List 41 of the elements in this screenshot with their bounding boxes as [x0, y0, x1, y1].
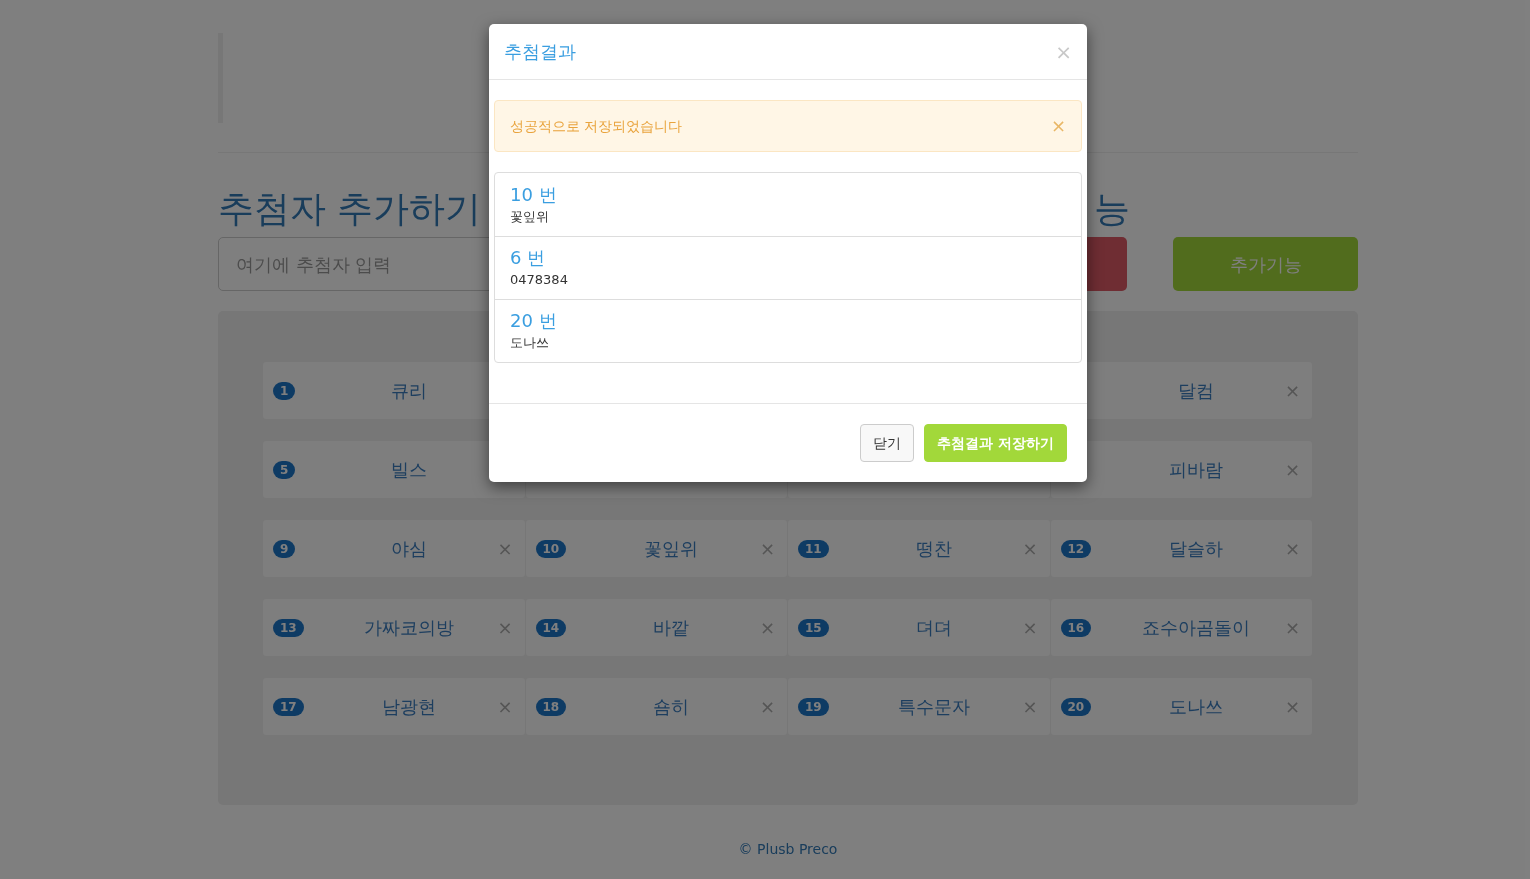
- participant-name: 꽃잎위: [643, 537, 700, 561]
- number-badge: 10: [535, 539, 567, 558]
- participant-name: 가짜코의방: [362, 616, 455, 640]
- participant-name: 야심: [389, 537, 428, 561]
- copyright-text: © Plusb Preco: [738, 840, 838, 859]
- participant-name: 바깥: [652, 616, 691, 640]
- alert-text: 성공적으로 저장되었습니다: [510, 116, 683, 136]
- participant-name: 피바람: [1168, 458, 1225, 482]
- dialog-title: 추첨결과: [504, 40, 576, 64]
- result-number: 20 번: [510, 309, 558, 333]
- participant-name: 떵찬: [914, 537, 953, 561]
- result-number: 10 번: [510, 182, 558, 207]
- participant-name: 큐리: [389, 379, 428, 403]
- number-badge: 20: [1060, 697, 1092, 716]
- participant-name: 숌히: [652, 695, 691, 719]
- number-badge: 9: [273, 539, 296, 558]
- page-heading: 능: [1094, 187, 1130, 231]
- participant-name: 뎌뎌: [914, 616, 953, 640]
- participant-name: 빌스: [389, 458, 428, 482]
- page-heading: 추첨자 추가하기: [218, 187, 482, 231]
- number-badge: 17: [273, 697, 304, 716]
- participant-name: 특수문자: [896, 695, 971, 719]
- participant-name: 달컴: [1177, 379, 1216, 403]
- number-badge: 19: [798, 697, 829, 716]
- participant-name: 죠수아곰돌이: [1141, 616, 1252, 640]
- number-badge: 15: [798, 618, 829, 637]
- participant-name: 남광현: [380, 695, 437, 719]
- number-badge: 14: [535, 618, 567, 637]
- result-name: 0478384: [510, 271, 569, 289]
- result-name: 꽃잎위: [510, 207, 550, 226]
- number-badge: 16: [1060, 618, 1092, 637]
- number-badge: 12: [1060, 539, 1092, 558]
- number-badge: 13: [273, 618, 304, 637]
- participant-name: 달슬하: [1168, 537, 1225, 561]
- result-number: 6 번: [510, 246, 547, 270]
- number-badge: 5: [273, 460, 296, 479]
- number-badge: 11: [798, 539, 829, 558]
- number-badge: 1: [273, 381, 296, 400]
- participant-name: 도나쓰: [1168, 695, 1225, 719]
- number-badge: 18: [535, 697, 567, 716]
- result-name: 도나쓰: [510, 334, 550, 352]
